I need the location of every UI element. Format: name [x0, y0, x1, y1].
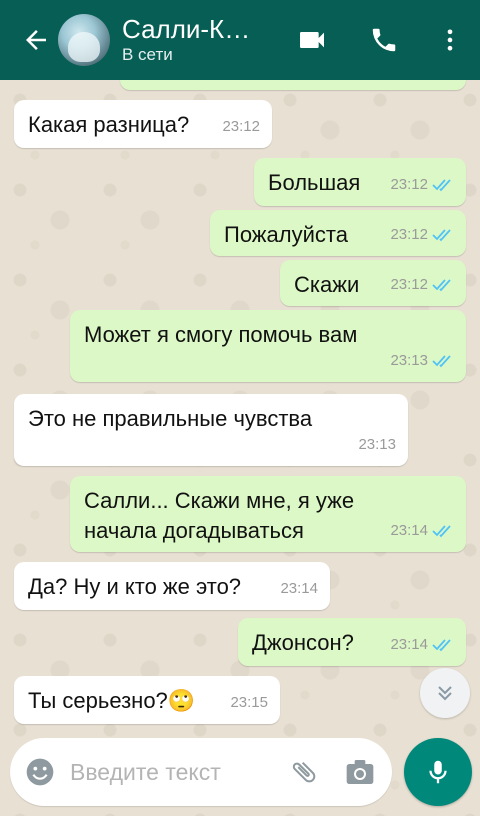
double-chevron-down-icon [438, 686, 452, 701]
message-time: 23:14 [280, 580, 318, 597]
more-options-button[interactable] [420, 0, 480, 80]
message-bubble[interactable]: Может я смогу помочь вам 23:13 [70, 310, 466, 382]
message-composer: Введите текст [10, 738, 392, 806]
video-call-button[interactable] [276, 0, 348, 80]
message-bubble[interactable]: Салли... Скажи мне, я уже начала догадыв… [70, 476, 466, 552]
read-double-check-icon [432, 179, 451, 192]
message-time: 23:13 [358, 436, 396, 453]
read-double-check-icon [432, 525, 451, 538]
message-bubble[interactable]: Большая 23:12 [254, 158, 466, 206]
message-time: 23:14 [390, 522, 428, 539]
voice-record-button[interactable] [404, 738, 472, 806]
back-button[interactable] [14, 0, 58, 80]
contact-avatar[interactable] [58, 14, 110, 66]
phone-icon [372, 28, 396, 52]
camera-icon [346, 760, 374, 784]
smiley-icon [26, 758, 54, 786]
message-list[interactable]: Какая разница? 23:12 Большая 23:12 Пожал… [0, 80, 480, 736]
message-bubble[interactable]: Джонсон? 23:14 [238, 618, 466, 666]
message-time: 23:14 [390, 636, 428, 653]
message-bubble[interactable]: Это не правильные чувства 23:13 [14, 394, 408, 466]
voice-call-button[interactable] [348, 0, 420, 80]
contact-status: В сети [122, 45, 173, 64]
message-bubble-partial [120, 80, 466, 90]
message-text: Да? Ну и кто же это? [28, 574, 242, 599]
message-bubble[interactable]: Скажи 23:12 [280, 260, 466, 306]
chat-header: Салли-К… В сети [0, 0, 480, 80]
contact-name: Салли-К… [122, 14, 251, 44]
video-camera-icon [300, 32, 324, 48]
read-double-check-icon [432, 355, 451, 368]
message-time: 23:12 [390, 176, 428, 193]
message-bubble[interactable]: Пожалуйста 23:12 [210, 210, 466, 256]
emoji-button[interactable] [10, 738, 70, 806]
microphone-icon [429, 760, 447, 784]
message-time: 23:12 [390, 276, 428, 293]
read-double-check-icon [432, 639, 451, 652]
message-time: 23:15 [230, 694, 268, 711]
message-time: 23:12 [222, 118, 260, 135]
message-input[interactable]: Введите текст [70, 759, 276, 786]
paperclip-icon [292, 762, 316, 783]
message-bubble[interactable]: Какая разница? 23:12 [14, 100, 272, 148]
message-text: Это не правильные чувства [28, 406, 313, 431]
more-vert-icon [447, 29, 453, 51]
attach-button[interactable] [276, 738, 332, 806]
read-double-check-icon [432, 279, 451, 292]
contact-info[interactable]: Салли-К… В сети [122, 14, 276, 66]
camera-button[interactable] [332, 738, 388, 806]
scroll-to-bottom-button[interactable] [420, 668, 470, 718]
message-bubble[interactable]: Да? Ну и кто же это? 23:14 [14, 562, 330, 610]
arrow-left-icon [26, 30, 46, 50]
message-text: Салли... Скажи мне, я уже начала догадыв… [84, 488, 355, 543]
message-time: 23:12 [390, 226, 428, 243]
read-double-check-icon [432, 229, 451, 242]
message-time: 23:13 [390, 352, 428, 369]
message-bubble[interactable]: Ты серьезно?🙄 23:15 [14, 676, 280, 724]
